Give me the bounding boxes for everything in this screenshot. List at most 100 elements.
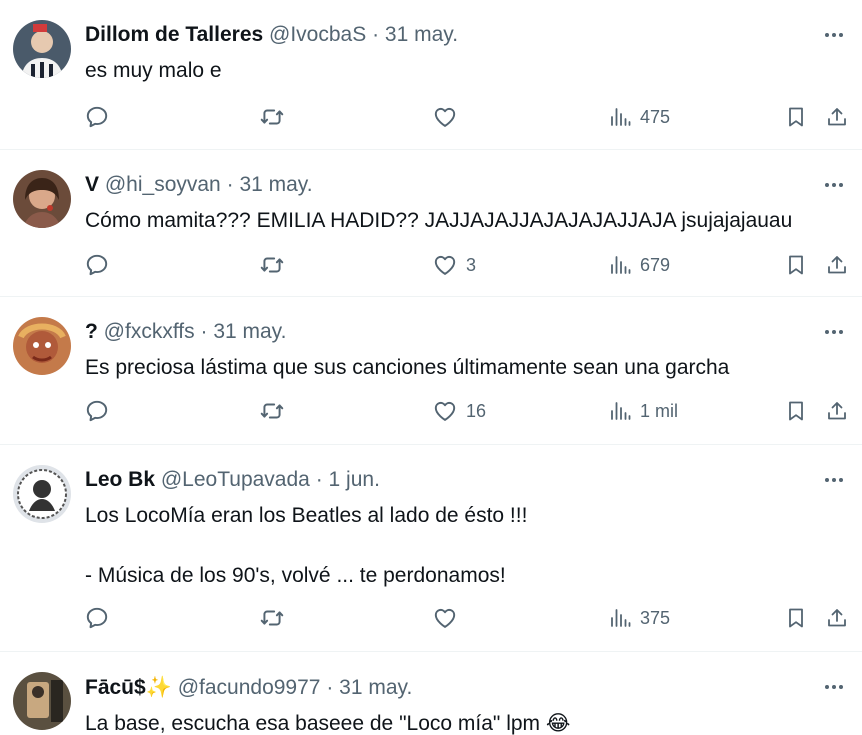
share-button[interactable]: [825, 601, 849, 635]
display-name[interactable]: ?: [85, 320, 98, 343]
tweet-text: es muy malo e: [85, 59, 222, 82]
action-bar: 375: [0, 601, 862, 635]
avatar[interactable]: [13, 672, 71, 730]
views-count: 679: [640, 254, 671, 275]
reply-icon: [84, 104, 110, 130]
tweet[interactable]: Leo Bk @LeoTupavada · 1 jun. Los LocoMía…: [0, 445, 862, 652]
bookmark-icon: [784, 605, 808, 631]
like-button[interactable]: [432, 100, 458, 134]
tweet-text: Es preciosa lástima que sus canciones úl…: [85, 356, 730, 379]
views-button[interactable]: 1 mil: [608, 394, 678, 428]
reply-button[interactable]: [84, 248, 110, 282]
user-handle[interactable]: @LeoTupavada: [161, 468, 310, 491]
reply-button[interactable]: [84, 394, 110, 428]
timestamp[interactable]: 31 may.: [385, 23, 458, 46]
action-bar: 16 1 mil: [0, 394, 862, 428]
share-button[interactable]: [825, 394, 849, 428]
heart-icon: [432, 104, 458, 130]
reply-icon: [84, 398, 110, 424]
user-handle[interactable]: @fxckxffs: [104, 320, 195, 343]
display-name[interactable]: V: [85, 173, 99, 196]
share-button[interactable]: [825, 100, 849, 134]
retweet-button[interactable]: [258, 394, 286, 428]
tweet[interactable]: Dillom de Talleres @IvocbaS · 31 may. es…: [0, 0, 862, 150]
tweet-text-body: La base, escucha esa baseee de "Loco mía…: [85, 712, 541, 735]
share-icon: [825, 605, 849, 631]
retweet-button[interactable]: [258, 248, 286, 282]
timestamp[interactable]: 1 jun.: [329, 468, 380, 491]
reply-icon: [84, 252, 110, 278]
like-button[interactable]: 3: [432, 248, 476, 282]
share-button[interactable]: [825, 248, 849, 282]
bookmark-icon: [784, 252, 808, 278]
views-icon: [608, 253, 632, 277]
user-handle[interactable]: @IvocbaS: [269, 23, 366, 46]
more-icon[interactable]: [820, 172, 848, 198]
reply-feed: Dillom de Talleres @IvocbaS · 31 may. es…: [0, 0, 862, 735]
timestamp[interactable]: 31 may.: [213, 320, 286, 343]
avatar[interactable]: [13, 317, 71, 375]
views-icon: [608, 105, 632, 129]
like-count: 16: [466, 400, 487, 421]
timestamp[interactable]: 31 may.: [339, 676, 412, 699]
avatar[interactable]: [13, 20, 71, 78]
laughing-emoji: 😂: [545, 711, 571, 735]
views-count: 1 mil: [640, 400, 679, 421]
retweet-button[interactable]: [258, 601, 286, 635]
retweet-button[interactable]: [258, 100, 286, 134]
retweet-icon: [258, 104, 286, 130]
more-icon[interactable]: [820, 467, 848, 493]
separator-dot: ·: [326, 676, 334, 699]
tweet[interactable]: V @hi_soyvan · 31 may. Cómo mamita??? EM…: [0, 150, 862, 297]
action-bar: 3 679: [0, 248, 862, 282]
avatar[interactable]: [13, 170, 71, 228]
more-icon[interactable]: [820, 22, 848, 48]
heart-icon: [432, 252, 458, 278]
reply-button[interactable]: [84, 100, 110, 134]
tweet-text: Cómo mamita??? EMILIA HADID?? JAJJAJAJJA…: [85, 209, 793, 232]
bookmark-button[interactable]: [784, 100, 808, 134]
display-name[interactable]: Leo Bk: [85, 468, 155, 491]
like-count: 3: [466, 254, 477, 275]
share-icon: [825, 252, 849, 278]
reply-icon: [84, 605, 110, 631]
views-count: 475: [640, 106, 671, 127]
tweet-header: Fācū$✨ @facundo9977 · 31 may.: [85, 674, 412, 701]
sparkles-emoji: ✨: [145, 675, 172, 699]
bookmark-button[interactable]: [784, 601, 808, 635]
bookmark-icon: [784, 398, 808, 424]
user-handle[interactable]: @hi_soyvan: [105, 173, 221, 196]
views-icon: [608, 399, 632, 423]
views-button[interactable]: 679: [608, 248, 670, 282]
views-button[interactable]: 375: [608, 601, 670, 635]
action-bar: 475: [0, 100, 862, 134]
tweet[interactable]: Fācū$✨ @facundo9977 · 31 may. La base, e…: [0, 652, 862, 735]
reply-button[interactable]: [84, 601, 110, 635]
tweet[interactable]: ? @fxckxffs · 31 may. Es preciosa lástim…: [0, 297, 862, 445]
share-icon: [825, 104, 849, 130]
separator-dot: ·: [226, 173, 234, 196]
retweet-icon: [258, 398, 286, 424]
display-name[interactable]: Fācū$: [85, 676, 146, 699]
bookmark-button[interactable]: [784, 248, 808, 282]
display-name[interactable]: Dillom de Talleres: [85, 23, 263, 46]
retweet-icon: [258, 605, 286, 631]
more-icon[interactable]: [820, 674, 848, 700]
like-button[interactable]: [432, 601, 458, 635]
separator-dot: ·: [315, 468, 323, 491]
tweet-header: V @hi_soyvan · 31 may.: [85, 172, 313, 198]
like-button[interactable]: 16: [432, 394, 486, 428]
user-handle[interactable]: @facundo9977: [178, 676, 321, 699]
bookmark-button[interactable]: [784, 394, 808, 428]
avatar[interactable]: [13, 465, 71, 523]
tweet-header: ? @fxckxffs · 31 may.: [85, 319, 286, 345]
timestamp[interactable]: 31 may.: [239, 173, 312, 196]
heart-icon: [432, 605, 458, 631]
views-button[interactable]: 475: [608, 100, 670, 134]
tweet-header: Leo Bk @LeoTupavada · 1 jun.: [85, 467, 380, 493]
heart-icon: [432, 398, 458, 424]
more-icon[interactable]: [820, 319, 848, 345]
share-icon: [825, 398, 849, 424]
tweet-text: La base, escucha esa baseee de "Loco mía…: [85, 708, 570, 735]
tweet-header: Dillom de Talleres @IvocbaS · 31 may.: [85, 22, 458, 48]
